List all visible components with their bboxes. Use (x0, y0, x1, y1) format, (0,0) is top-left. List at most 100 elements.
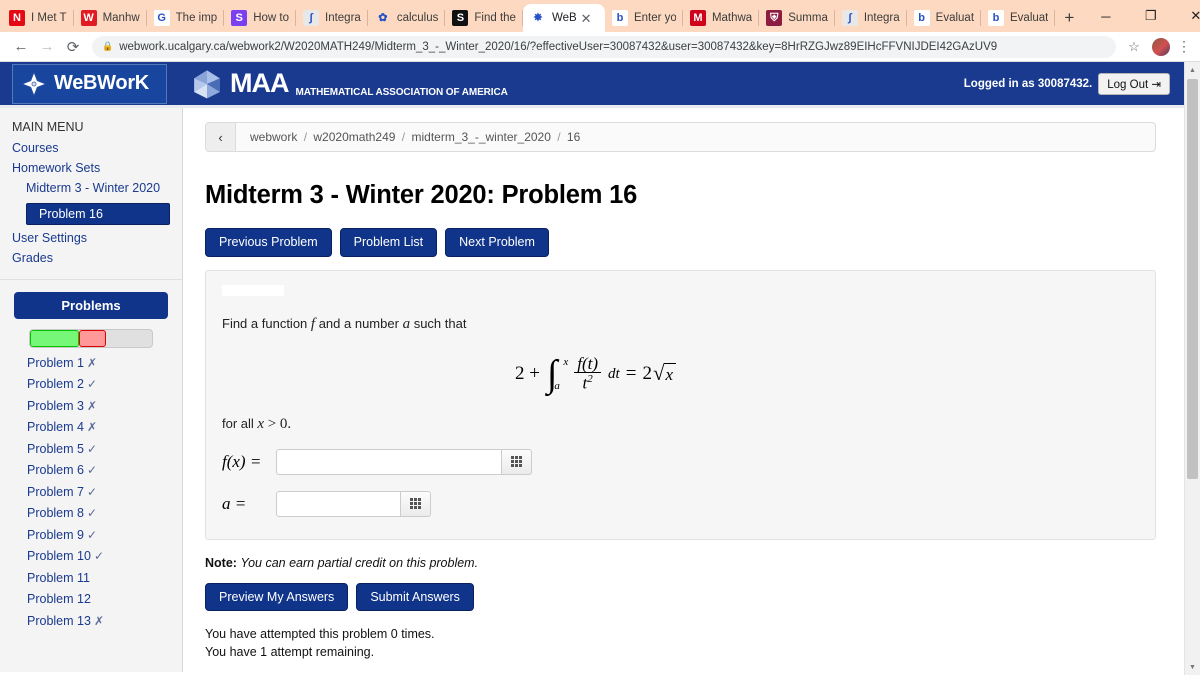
sidebar-item-problem-16[interactable]: Problem 16 (26, 202, 170, 225)
problem-list-item[interactable]: Problem 12 (27, 592, 182, 606)
preview-my-answers-button[interactable]: Preview My Answers (205, 582, 349, 612)
progress-bar (29, 328, 153, 348)
integral-upper-limit: x (563, 356, 569, 369)
sidebar-item-homework-sets[interactable]: Homework Sets (12, 161, 170, 175)
problem-list-item[interactable]: Problem 11 (27, 571, 182, 585)
browser-tab-6[interactable]: S Find the (445, 4, 523, 32)
flower-icon: ✿ (374, 10, 391, 26)
note-text: You can earn partial credit on this prob… (240, 555, 479, 570)
new-tab-button[interactable]: + (1055, 4, 1083, 32)
condition-variable: x (257, 415, 265, 432)
problem-list-item[interactable]: Problem 10 ✓ (27, 549, 182, 563)
browser-tab-title: Integra (325, 12, 361, 24)
answer-input-fx[interactable] (276, 448, 502, 475)
webwork-logo[interactable]: WeBWorK (12, 63, 167, 104)
check-icon: ✓ (86, 527, 98, 542)
problem-list-item[interactable]: Problem 2 ✓ (27, 377, 182, 391)
bookmark-star-icon[interactable]: ☆ (1122, 39, 1146, 55)
condition-rest: > 0. (267, 415, 292, 432)
browser-tab-9[interactable]: M Mathwa (683, 4, 760, 32)
logged-in-text: Logged in as 30087432. (963, 77, 1093, 90)
browser-tab-4[interactable]: ∫ Integra (296, 4, 368, 32)
avatar[interactable] (1152, 37, 1170, 56)
check-icon: ✓ (86, 506, 98, 521)
problem-list-item[interactable]: Problem 3 ✗ (27, 399, 182, 413)
breadcrumb-item-0[interactable]: webwork (250, 130, 297, 144)
denominator-exponent: 2 (587, 373, 593, 386)
sidebar-item-midterm-3[interactable]: Midterm 3 - Winter 2020 (12, 181, 170, 197)
reload-icon[interactable]: ⟳ (60, 34, 86, 60)
answer-row-fx: f(x) = (222, 448, 1139, 475)
browser-tab-2[interactable]: G The imp (147, 4, 225, 32)
previous-problem-button[interactable]: Previous Problem (205, 228, 332, 257)
b-icon: b (611, 10, 628, 26)
browser-tab-10[interactable]: ⛨ Summa (759, 4, 835, 32)
browser-tab-title: calculus (396, 12, 439, 24)
browser-tab-7[interactable]: ✸ WeB ✕ (522, 4, 605, 32)
domain-condition: for all x > 0. (222, 416, 1139, 433)
close-tab-icon[interactable]: ✕ (581, 12, 592, 25)
breadcrumb-text: webwork / w2020math249 / midterm_3_-_win… (236, 130, 580, 144)
maximize-button[interactable]: ❐ (1128, 0, 1173, 32)
log-out-button[interactable]: Log Out ⇥ (1098, 72, 1170, 95)
condition-prefix: for all (222, 415, 254, 431)
page-title: Midterm 3 - Winter 2020: Problem 16 (205, 181, 638, 209)
problem-list-item[interactable]: Problem 1 ✗ (27, 356, 182, 370)
submit-answers-button[interactable]: Submit Answers (356, 582, 474, 612)
browser-tab-13[interactable]: b Evaluat (981, 4, 1056, 32)
problem-list-item-label: Problem 11 (27, 570, 90, 585)
sidebar-item-user-settings[interactable]: User Settings (12, 231, 170, 245)
webwork-logo-text: WeBWorK (54, 72, 149, 94)
main-menu-title: MAIN MENU (12, 120, 84, 134)
breadcrumb-item-1[interactable]: w2020math249 (313, 130, 395, 144)
breadcrumb-back-icon[interactable]: ‹ (206, 123, 236, 151)
browser-tab-12[interactable]: b Evaluat (907, 4, 982, 32)
webwork-header: WeBWorK MAA MATHEMATICAL ASSOCIATION OF … (0, 62, 1184, 108)
sqrt-radicand: x (664, 363, 677, 385)
cross-icon: ✗ (93, 613, 104, 628)
sidebar-item-grades[interactable]: Grades (12, 251, 170, 265)
forward-icon[interactable]: → (34, 34, 60, 60)
next-problem-button[interactable]: Next Problem (445, 228, 549, 257)
browser-menu-icon[interactable]: ⋮ (1176, 38, 1192, 55)
check-icon: ✓ (86, 484, 98, 499)
problem-statement: Find a function f and a number a such th… (222, 316, 1139, 333)
math-keypad-icon[interactable] (401, 490, 431, 517)
problem-list-item[interactable]: Problem 7 ✓ (27, 485, 182, 499)
answer-input-a[interactable] (276, 490, 401, 517)
browser-tab-title: How to (253, 12, 289, 24)
sidebar-item-courses[interactable]: Courses (12, 141, 170, 155)
google-icon: G (153, 10, 170, 26)
close-window-button[interactable]: ✕ (1173, 0, 1200, 32)
math-keypad-icon[interactable] (502, 448, 532, 475)
url-text: webwork.ucalgary.ca/webwork2/W2020MATH24… (119, 40, 998, 53)
breadcrumb-item-2[interactable]: midterm_3_-_winter_2020 (411, 130, 550, 144)
check-icon: ✓ (86, 463, 98, 478)
problem-var-f: f (310, 315, 316, 332)
problem-list-item-label: Problem 4 (27, 420, 84, 435)
problem-list-item[interactable]: Problem 8 ✓ (27, 506, 182, 520)
problem-list-item[interactable]: Problem 5 ✓ (27, 442, 182, 456)
scroll-up-arrow-icon[interactable]: ▲ (1185, 62, 1200, 78)
fraction-numerator: f(t) (577, 353, 599, 373)
problem-list-item[interactable]: Problem 9 ✓ (27, 528, 182, 542)
problem-list-item[interactable]: Problem 6 ✓ (27, 463, 182, 477)
browser-tab-1[interactable]: W Manhw (74, 4, 147, 32)
problem-list-item[interactable]: Problem 4 ✗ (27, 420, 182, 434)
problem-list-button[interactable]: Problem List (339, 228, 438, 257)
problems-panel-header: Problems (14, 291, 168, 319)
page-scrollbar[interactable]: ▲ ▼ (1184, 62, 1200, 675)
scroll-down-arrow-icon[interactable]: ▼ (1185, 659, 1200, 675)
problem-body: Find a function f and a number a such th… (205, 269, 1156, 540)
address-bar[interactable]: 🔒 webwork.ucalgary.ca/webwork2/W2020MATH… (92, 35, 1116, 58)
browser-tab-5[interactable]: ✿ calculus (368, 4, 446, 32)
browser-tab-3[interactable]: S How to (224, 4, 296, 32)
scrollbar-thumb[interactable] (1187, 79, 1198, 479)
breadcrumb-item-3[interactable]: 16 (567, 130, 580, 144)
problem-list-item[interactable]: Problem 13 ✗ (27, 614, 182, 628)
browser-tab-11[interactable]: ∫ Integra (835, 4, 907, 32)
minimize-button[interactable]: ─ (1083, 0, 1128, 32)
back-icon[interactable]: ← (8, 34, 34, 60)
browser-tab-0[interactable]: N I Met T (2, 4, 74, 32)
browser-tab-8[interactable]: b Enter yo (605, 4, 683, 32)
